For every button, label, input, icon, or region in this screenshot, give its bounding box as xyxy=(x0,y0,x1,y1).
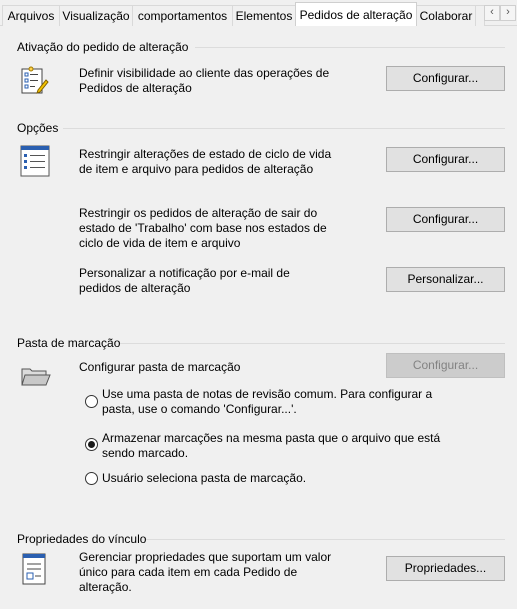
markup-folder-description: Configurar pasta de marcação xyxy=(79,360,241,374)
list-form-icon xyxy=(20,145,50,177)
section-title-link-properties: Propriedades do vínculo xyxy=(17,532,147,546)
description-line: Personalizar a notificação por e-mail de xyxy=(79,266,290,280)
customize-email-button[interactable]: Personalizar... xyxy=(386,267,505,292)
radio-selected-dot xyxy=(88,441,95,448)
properties-button[interactable]: Propriedades... xyxy=(386,556,505,581)
radio-same-folder[interactable] xyxy=(85,438,98,451)
section-divider xyxy=(146,539,505,540)
description-line: estado de 'Trabalho' com base nos estado… xyxy=(79,221,327,235)
description-line: alteração. xyxy=(79,580,132,594)
description-line: Restringir os pedidos de alteração de sa… xyxy=(79,206,318,220)
radio-label-line: pasta, use o comando 'Configurar...'. xyxy=(102,402,297,416)
radio-label-line: Armazenar marcações na mesma pasta que o… xyxy=(102,431,441,445)
description-line: de item e arquivo para pedidos de altera… xyxy=(79,162,314,176)
description-line: pedidos de alteração xyxy=(79,281,191,295)
radio-label-user-selects[interactable]: Usuário seleciona pasta de marcação. xyxy=(102,471,306,486)
radio-label-common-folder[interactable]: Use uma pasta de notas de revisão comum.… xyxy=(102,387,432,417)
section-title-markup-folder: Pasta de marcação xyxy=(17,336,121,350)
tab-colaborar[interactable]: Colaborar xyxy=(416,5,476,26)
section-divider xyxy=(195,47,505,48)
radio-label-line: Usuário seleciona pasta de marcação. xyxy=(102,471,307,485)
options-row-3-description: Personalizar a notificação por e-mail de… xyxy=(79,266,290,296)
tab-elementos[interactable]: Elementos xyxy=(232,5,296,26)
description-line: único para cada item em cada Pedido de xyxy=(79,565,298,579)
tab-arquivos[interactable]: Arquivos xyxy=(2,5,60,26)
radio-label-same-folder[interactable]: Armazenar marcações na mesma pasta que o… xyxy=(102,431,440,461)
section-divider xyxy=(120,343,505,344)
chevron-left-icon: ‹ xyxy=(490,6,494,18)
configure-work-state-button[interactable]: Configurar... xyxy=(386,207,505,232)
folder-open-icon xyxy=(20,365,52,389)
description-line: Definir visibilidade ao cliente das oper… xyxy=(79,66,330,80)
checklist-pencil-icon xyxy=(20,66,50,96)
description-line: Gerenciar propriedades que suportam um v… xyxy=(79,550,332,564)
section-title-activation: Ativação do pedido de alteração xyxy=(17,40,189,54)
activation-description: Definir visibilidade ao cliente das oper… xyxy=(79,66,329,96)
configure-lifecycle-restriction-button[interactable]: Configurar... xyxy=(386,147,505,172)
section-divider xyxy=(63,128,505,129)
radio-user-selects[interactable] xyxy=(85,472,98,485)
property-sheet-icon xyxy=(22,553,46,585)
description-line: Pedidos de alteração xyxy=(79,81,192,95)
tab-scroll-right-button[interactable]: › xyxy=(500,5,516,21)
tab-strip: Arquivos Visualização comportamentos Ele… xyxy=(0,0,517,26)
chevron-right-icon: › xyxy=(506,6,510,18)
options-row-1-description: Restringir alterações de estado de ciclo… xyxy=(79,147,331,177)
tab-scroll-left-button[interactable]: ‹ xyxy=(484,5,500,21)
tab-visualizacao[interactable]: Visualização xyxy=(59,5,133,26)
radio-label-line: sendo marcado. xyxy=(102,446,189,460)
link-properties-description: Gerenciar propriedades que suportam um v… xyxy=(79,550,331,595)
radio-common-folder[interactable] xyxy=(85,395,98,408)
options-row-2-description: Restringir os pedidos de alteração de sa… xyxy=(79,206,327,251)
tab-comportamentos[interactable]: comportamentos xyxy=(132,5,233,26)
tab-pedidos-de-alteracao[interactable]: Pedidos de alteração xyxy=(295,2,417,26)
configure-visibility-button[interactable]: Configurar... xyxy=(386,66,505,91)
section-title-options: Opções xyxy=(17,121,59,135)
description-line: ciclo de vida de item e arquivo xyxy=(79,236,241,250)
radio-label-line: Use uma pasta de notas de revisão comum.… xyxy=(102,387,433,401)
description-line: Restringir alterações de estado de ciclo… xyxy=(79,147,332,161)
configure-markup-folder-button[interactable]: Configurar... xyxy=(386,353,505,378)
